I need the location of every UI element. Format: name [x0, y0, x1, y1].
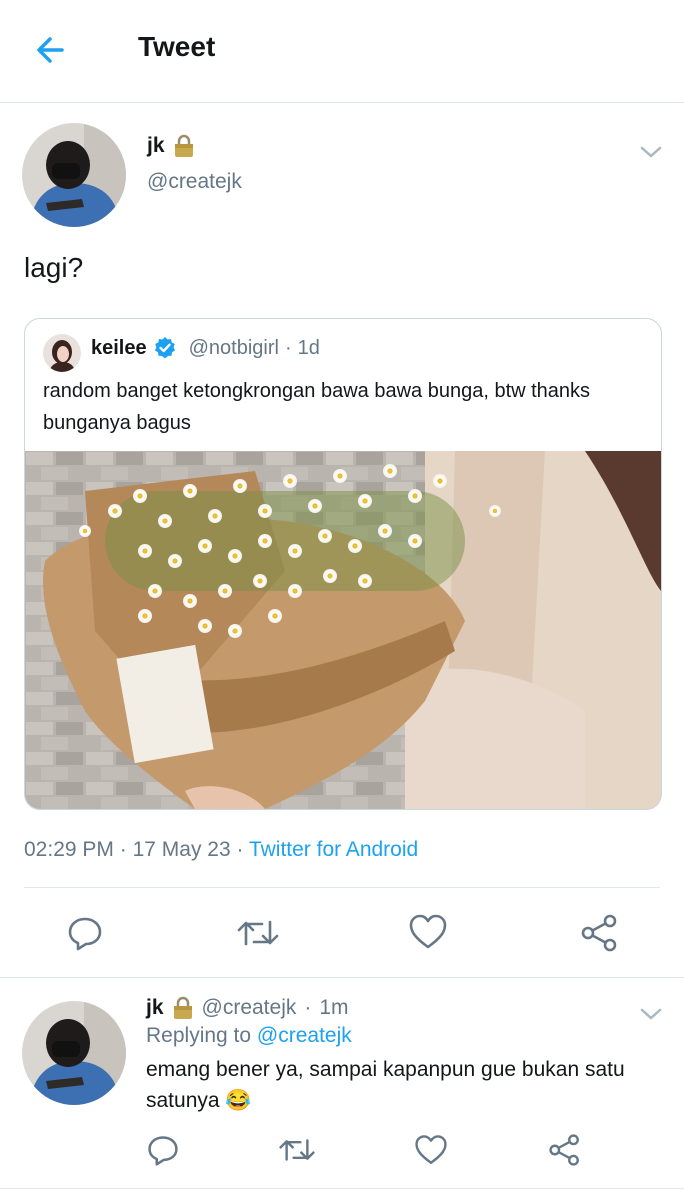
chevron-down-icon [640, 146, 662, 158]
reply-age: 1m [319, 996, 349, 1019]
more-options-button[interactable] [638, 140, 664, 169]
share-button[interactable] [580, 913, 620, 958]
chevron-down-icon [640, 1008, 662, 1020]
quote-author-handle: @notbigirl [188, 336, 279, 359]
laughing-emoji-icon: 😂 [225, 1089, 252, 1112]
reply-reply-button[interactable] [146, 1133, 180, 1172]
back-arrow-icon [37, 37, 64, 63]
quote-text: random banget ketongkrongan bawa bawa bu… [43, 380, 591, 434]
divider [0, 977, 684, 978]
reply-author-handle[interactable]: @createjk [202, 996, 297, 1020]
reply-icon [148, 1136, 178, 1166]
tweet-date: 17 May 23 [132, 838, 231, 861]
reply-text-block: emang bener ya, sampai kapanpun gue buka… [146, 1054, 666, 1116]
replying-to-handle[interactable]: @createjk [257, 1024, 352, 1047]
tweet-text: lagi? [24, 252, 84, 283]
retweet-icon [279, 1139, 315, 1161]
author-handle[interactable]: @createjk [147, 170, 242, 194]
share-icon [549, 1134, 579, 1166]
quote-avatar [43, 334, 81, 372]
like-button[interactable] [408, 913, 448, 956]
dot-separator: · [284, 336, 292, 359]
reply-share-button[interactable] [548, 1133, 582, 1172]
reply-avatar[interactable] [22, 1001, 126, 1105]
retweet-icon [237, 920, 279, 946]
top-app-bar: Tweet [0, 0, 684, 103]
lock-icon [174, 134, 193, 157]
reply-icon [68, 917, 102, 951]
reply-like-button[interactable] [414, 1133, 448, 1172]
quoted-tweet-card[interactable]: keilee @notbigirl · 1d random banget ket… [24, 318, 662, 810]
replying-to-line: Replying to @createjk [146, 1024, 352, 1048]
reply-author-name[interactable]: jk [146, 996, 164, 1020]
reply-button[interactable] [66, 914, 104, 957]
page-title: Tweet [138, 31, 216, 62]
author-name[interactable]: jk [147, 134, 165, 158]
heart-icon [415, 1135, 447, 1164]
flower-bouquet-photo[interactable] [25, 451, 661, 809]
heart-icon [409, 914, 447, 949]
tweet-meta: 02:29 PM · 17 May 23 · Twitter for Andro… [24, 838, 418, 862]
divider [0, 1188, 684, 1189]
dot-separator: · [236, 838, 244, 861]
tweet-source-link[interactable]: Twitter for Android [249, 838, 418, 861]
verified-badge-icon [154, 337, 175, 359]
avatar[interactable] [22, 123, 126, 227]
divider [24, 887, 660, 888]
back-button[interactable] [32, 30, 76, 70]
reply-more-options-button[interactable] [638, 1002, 664, 1031]
replying-prefix: Replying to [146, 1024, 252, 1047]
reply-text: emang bener ya, sampai kapanpun gue buka… [146, 1058, 625, 1112]
quote-age: 1d [297, 336, 320, 359]
tweet-time: 02:29 PM [24, 838, 114, 861]
dot-separator: · [304, 996, 312, 1019]
share-icon [581, 914, 617, 952]
quote-author-name: keilee [91, 336, 147, 359]
reply-retweet-button[interactable] [278, 1133, 316, 1172]
lock-icon [173, 996, 192, 1019]
retweet-button[interactable] [236, 914, 280, 957]
dot-separator: · [119, 838, 127, 861]
